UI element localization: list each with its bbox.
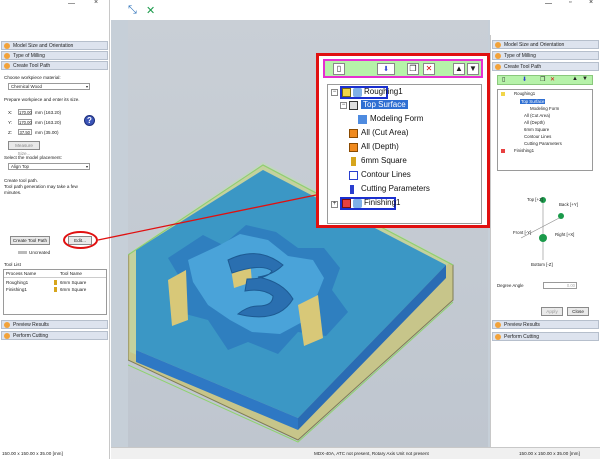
tree-item-contour[interactable]: Contour Lines: [524, 134, 551, 139]
form-icon: [358, 115, 367, 124]
collapse-icon[interactable]: −: [340, 102, 347, 109]
tree-item-roughing[interactable]: Roughing1: [514, 91, 535, 96]
direction-front[interactable]: Front [-Y]: [513, 230, 531, 235]
surface-icon: [349, 101, 358, 110]
copy-icon[interactable]: ❐: [540, 76, 545, 83]
section-icon: [495, 322, 501, 328]
degree-angle-input[interactable]: 0.00: [543, 282, 577, 289]
section-model-size[interactable]: Model Size and Orientation: [492, 40, 599, 49]
process-tree: − Roughing1 − Top Surface Modeling Form …: [327, 84, 482, 224]
new-icon[interactable]: ▯: [333, 63, 345, 75]
section-preview-results[interactable]: Preview Results: [492, 320, 599, 329]
tree-item-finishing[interactable]: Finishing1: [514, 148, 534, 153]
tree-item-top-surface[interactable]: Top Surface: [520, 99, 546, 104]
tree-item-cut-area[interactable]: All (Cut Area): [524, 113, 550, 118]
section-icon: [495, 53, 501, 59]
section-perform-cutting[interactable]: Perform Cutting: [492, 332, 599, 341]
close-dialog-button[interactable]: Close: [567, 307, 589, 316]
new-icon[interactable]: ▯: [502, 76, 505, 83]
section-label: Create Tool Path: [504, 64, 542, 70]
expand-icon[interactable]: +: [331, 201, 338, 208]
tree-item-tool[interactable]: 6mm Square: [361, 156, 407, 165]
tree-item-finishing[interactable]: Finishing1: [364, 198, 400, 207]
tree-item-cut-area[interactable]: All (Cut Area): [361, 128, 409, 137]
depth-icon: [349, 143, 358, 152]
cutter-icon: [353, 88, 362, 97]
finishing-icon: [501, 149, 505, 153]
tree-item-modeling-form[interactable]: Modeling Form: [530, 106, 559, 111]
status-size: 150.00 x 150.00 x 35.00 [mm]: [519, 451, 580, 456]
section-icon: [495, 64, 501, 70]
direction-top[interactable]: Top [+Z]: [527, 197, 543, 202]
roughing-icon: [342, 88, 351, 97]
section-icon: [495, 334, 501, 340]
delete-icon[interactable]: ✕: [423, 63, 435, 75]
cutter-icon: [353, 199, 362, 208]
cut-area-icon: [349, 129, 358, 138]
tree-item-depth[interactable]: All (Depth): [361, 142, 399, 151]
tree-item-cutting-parameters[interactable]: Cutting Parameters: [361, 184, 430, 193]
section-label: Type of Milling: [504, 53, 536, 59]
degree-angle-label: Degree Angle: [497, 283, 524, 288]
tool-path-popup: ▯ ⬇ ❐ ✕ ▲ ▼ − Roughing1 − Top Surface Mo…: [316, 53, 490, 228]
tree-item-depth[interactable]: All (Depth): [524, 120, 545, 125]
section-label: Preview Results: [504, 322, 540, 328]
finishing-icon: [342, 199, 351, 208]
tool-icon[interactable]: ⬇: [377, 63, 395, 75]
direction-widget: Top [+Z] Back [+Y] Front [-Y] Right [+X]…: [491, 180, 599, 280]
direction-right[interactable]: Right [+X]: [555, 232, 574, 237]
tree-item-cutting-parameters[interactable]: Cutting Parameters: [524, 141, 562, 146]
direction-back[interactable]: Back [+Y]: [559, 202, 578, 207]
tree-item-top-surface[interactable]: Top Surface: [361, 100, 408, 109]
section-type-of-milling[interactable]: Type of Milling: [492, 51, 599, 60]
section-label: Perform Cutting: [504, 334, 540, 340]
section-icon: [495, 42, 501, 48]
status-bar: MDX-40A, ATC not present, Rotary Axis Un…: [111, 447, 600, 459]
direction-bottom[interactable]: Bottom [-Z]: [531, 262, 553, 267]
tree-toolbar: ▯ ⬇ ❐ ✕ ▲ ▼: [323, 59, 483, 78]
section-label: Model Size and Orientation: [504, 42, 565, 48]
collapse-icon[interactable]: −: [331, 89, 338, 96]
up-icon[interactable]: ▲: [572, 76, 578, 82]
down-icon[interactable]: ▼: [467, 63, 479, 75]
status-text: MDX-40A, ATC not present, Rotary Axis Un…: [314, 451, 429, 456]
parameters-icon: [350, 185, 354, 194]
right-panel: Model Size and Orientation Type of Milli…: [490, 35, 600, 447]
contour-icon: [349, 171, 358, 180]
tool-icon[interactable]: ⬇: [522, 76, 527, 83]
down-icon[interactable]: ▼: [582, 76, 588, 82]
tree-item-roughing[interactable]: Roughing1: [364, 87, 403, 96]
delete-icon[interactable]: ✕: [550, 76, 555, 83]
tree-item-tool[interactable]: 6mm Square: [524, 127, 549, 132]
copy-icon[interactable]: ❐: [407, 63, 419, 75]
section-create-tool-path[interactable]: Create Tool Path: [492, 62, 599, 71]
apply-button[interactable]: Apply: [541, 307, 563, 316]
tool-icon: [351, 157, 356, 166]
roughing-icon: [501, 92, 505, 96]
up-icon[interactable]: ▲: [453, 63, 465, 75]
tree-item-contour[interactable]: Contour Lines: [361, 170, 411, 179]
mini-process-tree: Roughing1 Top Surface Modeling Form All …: [497, 89, 593, 171]
tree-item-modeling-form[interactable]: Modeling Form: [370, 114, 423, 123]
mini-toolbar: ▯ ⬇ ❐ ✕ ▲ ▼: [497, 75, 593, 85]
